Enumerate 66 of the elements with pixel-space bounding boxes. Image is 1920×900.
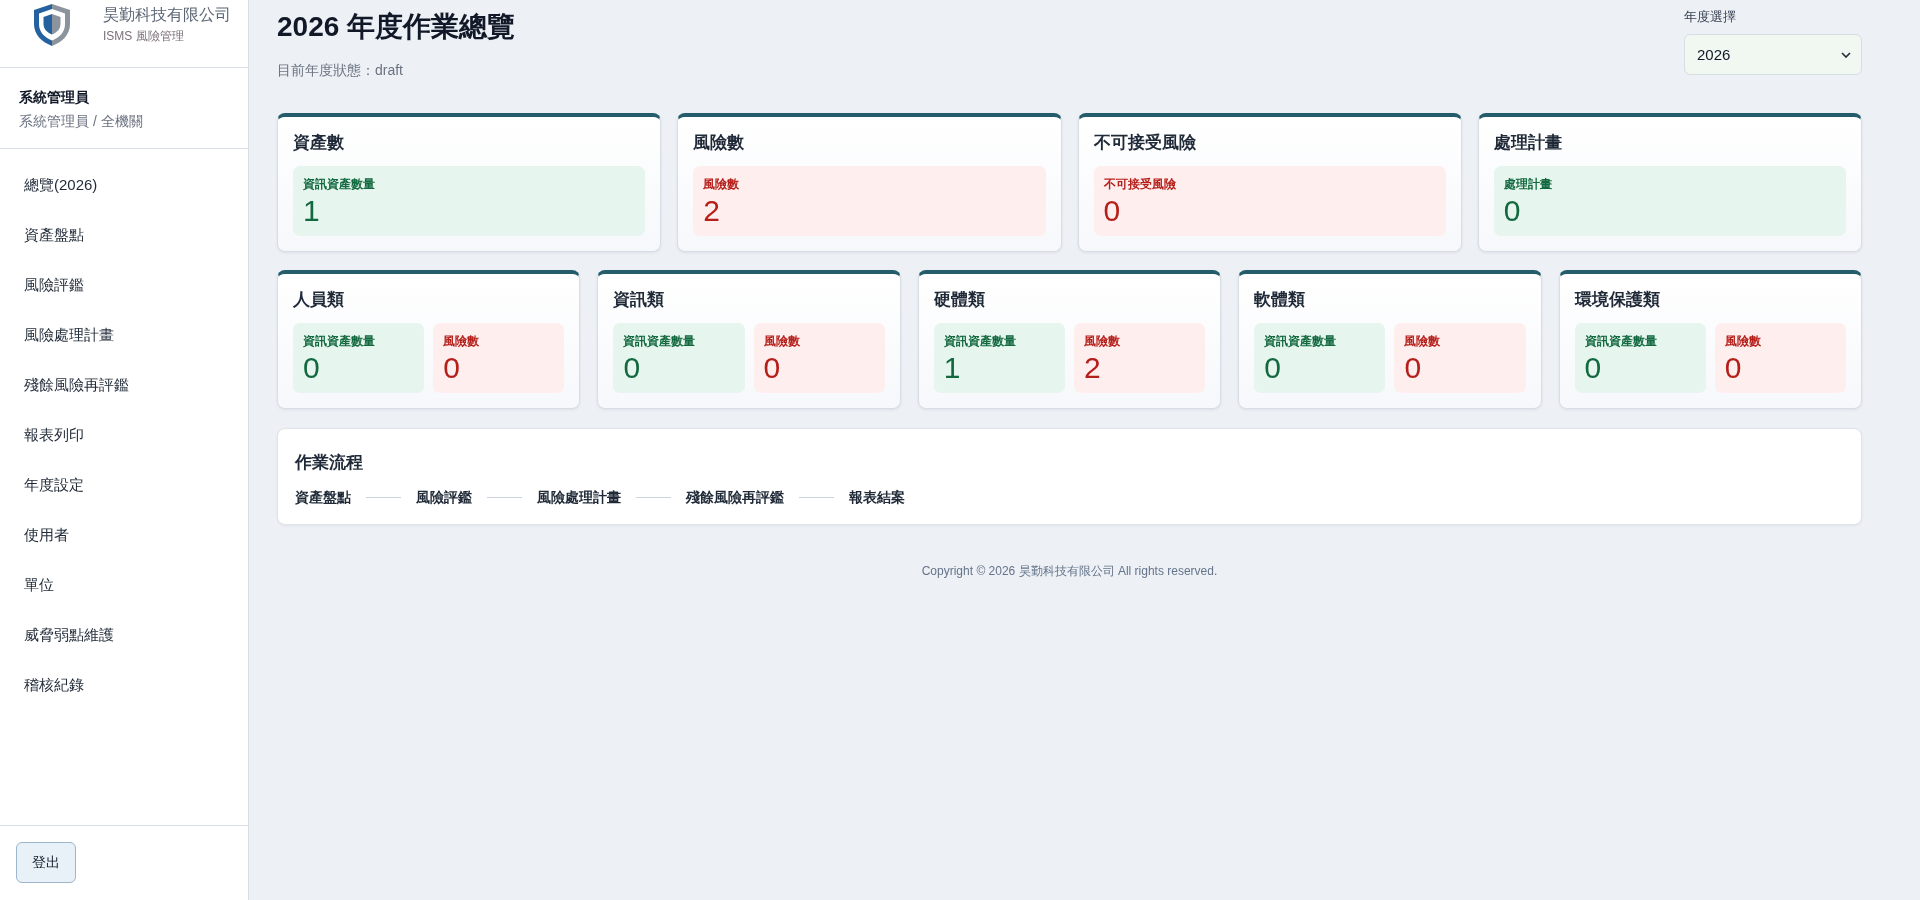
stat-value: 0 bbox=[1103, 194, 1122, 228]
copyright-text: Copyright © 2026 昊勤科技有限公司 All rights reserved. bbox=[921, 563, 1218, 579]
company-name: 昊勤科技有限公司 bbox=[103, 5, 231, 25]
stat-label: 不可接受風險 bbox=[1103, 176, 1177, 192]
stat-value: 2 bbox=[1084, 351, 1102, 385]
nav-item[interactable]: 資產盤點 bbox=[0, 210, 248, 260]
nav-item[interactable]: 報表列印 bbox=[0, 410, 248, 460]
stat-value: 0 bbox=[623, 351, 642, 385]
stat-value: 0 bbox=[1404, 351, 1423, 385]
stat-label: 風險數 bbox=[1404, 333, 1442, 349]
workflow-step: 風險評鑑 bbox=[416, 487, 472, 507]
user-name: 系統管理員 bbox=[19, 88, 90, 107]
nav-item[interactable]: 風險處理計畫 bbox=[0, 310, 248, 360]
chevron-icon bbox=[1841, 51, 1851, 58]
stat-label: 資訊資產數量 bbox=[303, 333, 376, 349]
stat-label: 資訊資產數量 bbox=[1264, 333, 1338, 349]
year-select-label: 年度選擇 bbox=[1684, 8, 1737, 26]
stat-value: 0 bbox=[1503, 194, 1522, 228]
nav-item[interactable]: 殘餘風險再評鑑 bbox=[0, 360, 248, 410]
nav-item[interactable]: 單位 bbox=[0, 560, 248, 610]
nav-item[interactable]: 威脅弱點維護 bbox=[0, 610, 248, 660]
stat-value: 0 bbox=[763, 351, 782, 385]
page-title: 2026 年度作業總覽 bbox=[277, 10, 516, 44]
year-status: 目前年度狀態：draft bbox=[277, 61, 404, 80]
nav-item[interactable]: 總覽(2026) bbox=[0, 160, 248, 210]
nav-item[interactable]: 年度設定 bbox=[0, 460, 248, 510]
app-subtitle: ISMS 風險管理 bbox=[103, 28, 185, 44]
workflow-title: 作業流程 bbox=[295, 452, 364, 474]
stat-label: 風險數 bbox=[703, 176, 741, 192]
stat-value: 0 bbox=[1264, 351, 1282, 385]
workflow-step: 殘餘風險再評鑑 bbox=[686, 487, 784, 507]
stat-label: 風險數 bbox=[1084, 333, 1121, 349]
card-title: 資產數 bbox=[293, 132, 345, 154]
card-title: 環境保護類 bbox=[1574, 289, 1661, 311]
stat-value: 2 bbox=[703, 194, 721, 228]
stat-label: 風險數 bbox=[443, 333, 481, 349]
stat-value: 0 bbox=[1584, 351, 1603, 385]
card-title: 不可接受風險 bbox=[1093, 132, 1197, 154]
stat-label: 資訊資產數量 bbox=[303, 176, 376, 192]
stat-value: 1 bbox=[943, 351, 962, 385]
stat-value: 1 bbox=[303, 194, 321, 228]
stat-label: 資訊資產數量 bbox=[623, 333, 697, 349]
stat-label: 資訊資產數量 bbox=[943, 333, 1017, 349]
card-title: 資訊類 bbox=[613, 289, 666, 311]
card-title: 人員類 bbox=[293, 289, 345, 311]
card-title: 硬體類 bbox=[933, 289, 986, 311]
stat-label: 處理計畫 bbox=[1503, 176, 1553, 192]
card-title: 軟體類 bbox=[1254, 289, 1307, 311]
nav-item[interactable]: 稽核紀錄 bbox=[0, 660, 248, 710]
card-title: 處理計畫 bbox=[1493, 132, 1563, 154]
logout-button[interactable]: 登出 bbox=[16, 842, 76, 883]
workflow-step: 資產盤點 bbox=[295, 487, 351, 507]
stat-label: 資訊資產數量 bbox=[1584, 333, 1658, 349]
workflow-step: 風險處理計畫 bbox=[537, 487, 621, 507]
stat-value: 0 bbox=[1724, 351, 1743, 385]
nav-item[interactable]: 使用者 bbox=[0, 510, 248, 560]
year-select[interactable]: 2026 bbox=[1684, 34, 1862, 75]
card-title: 風險數 bbox=[693, 132, 746, 154]
stat-label: 風險數 bbox=[763, 333, 801, 349]
stat-value: 0 bbox=[443, 351, 461, 385]
nav-item[interactable]: 風險評鑑 bbox=[0, 260, 248, 310]
workflow-step: 報表結案 bbox=[849, 487, 905, 507]
stat-value: 0 bbox=[303, 351, 321, 385]
user-role: 系統管理員 / 全機關 bbox=[19, 112, 144, 131]
shield-logo-icon bbox=[32, 3, 72, 47]
stat-label: 風險數 bbox=[1724, 333, 1762, 349]
